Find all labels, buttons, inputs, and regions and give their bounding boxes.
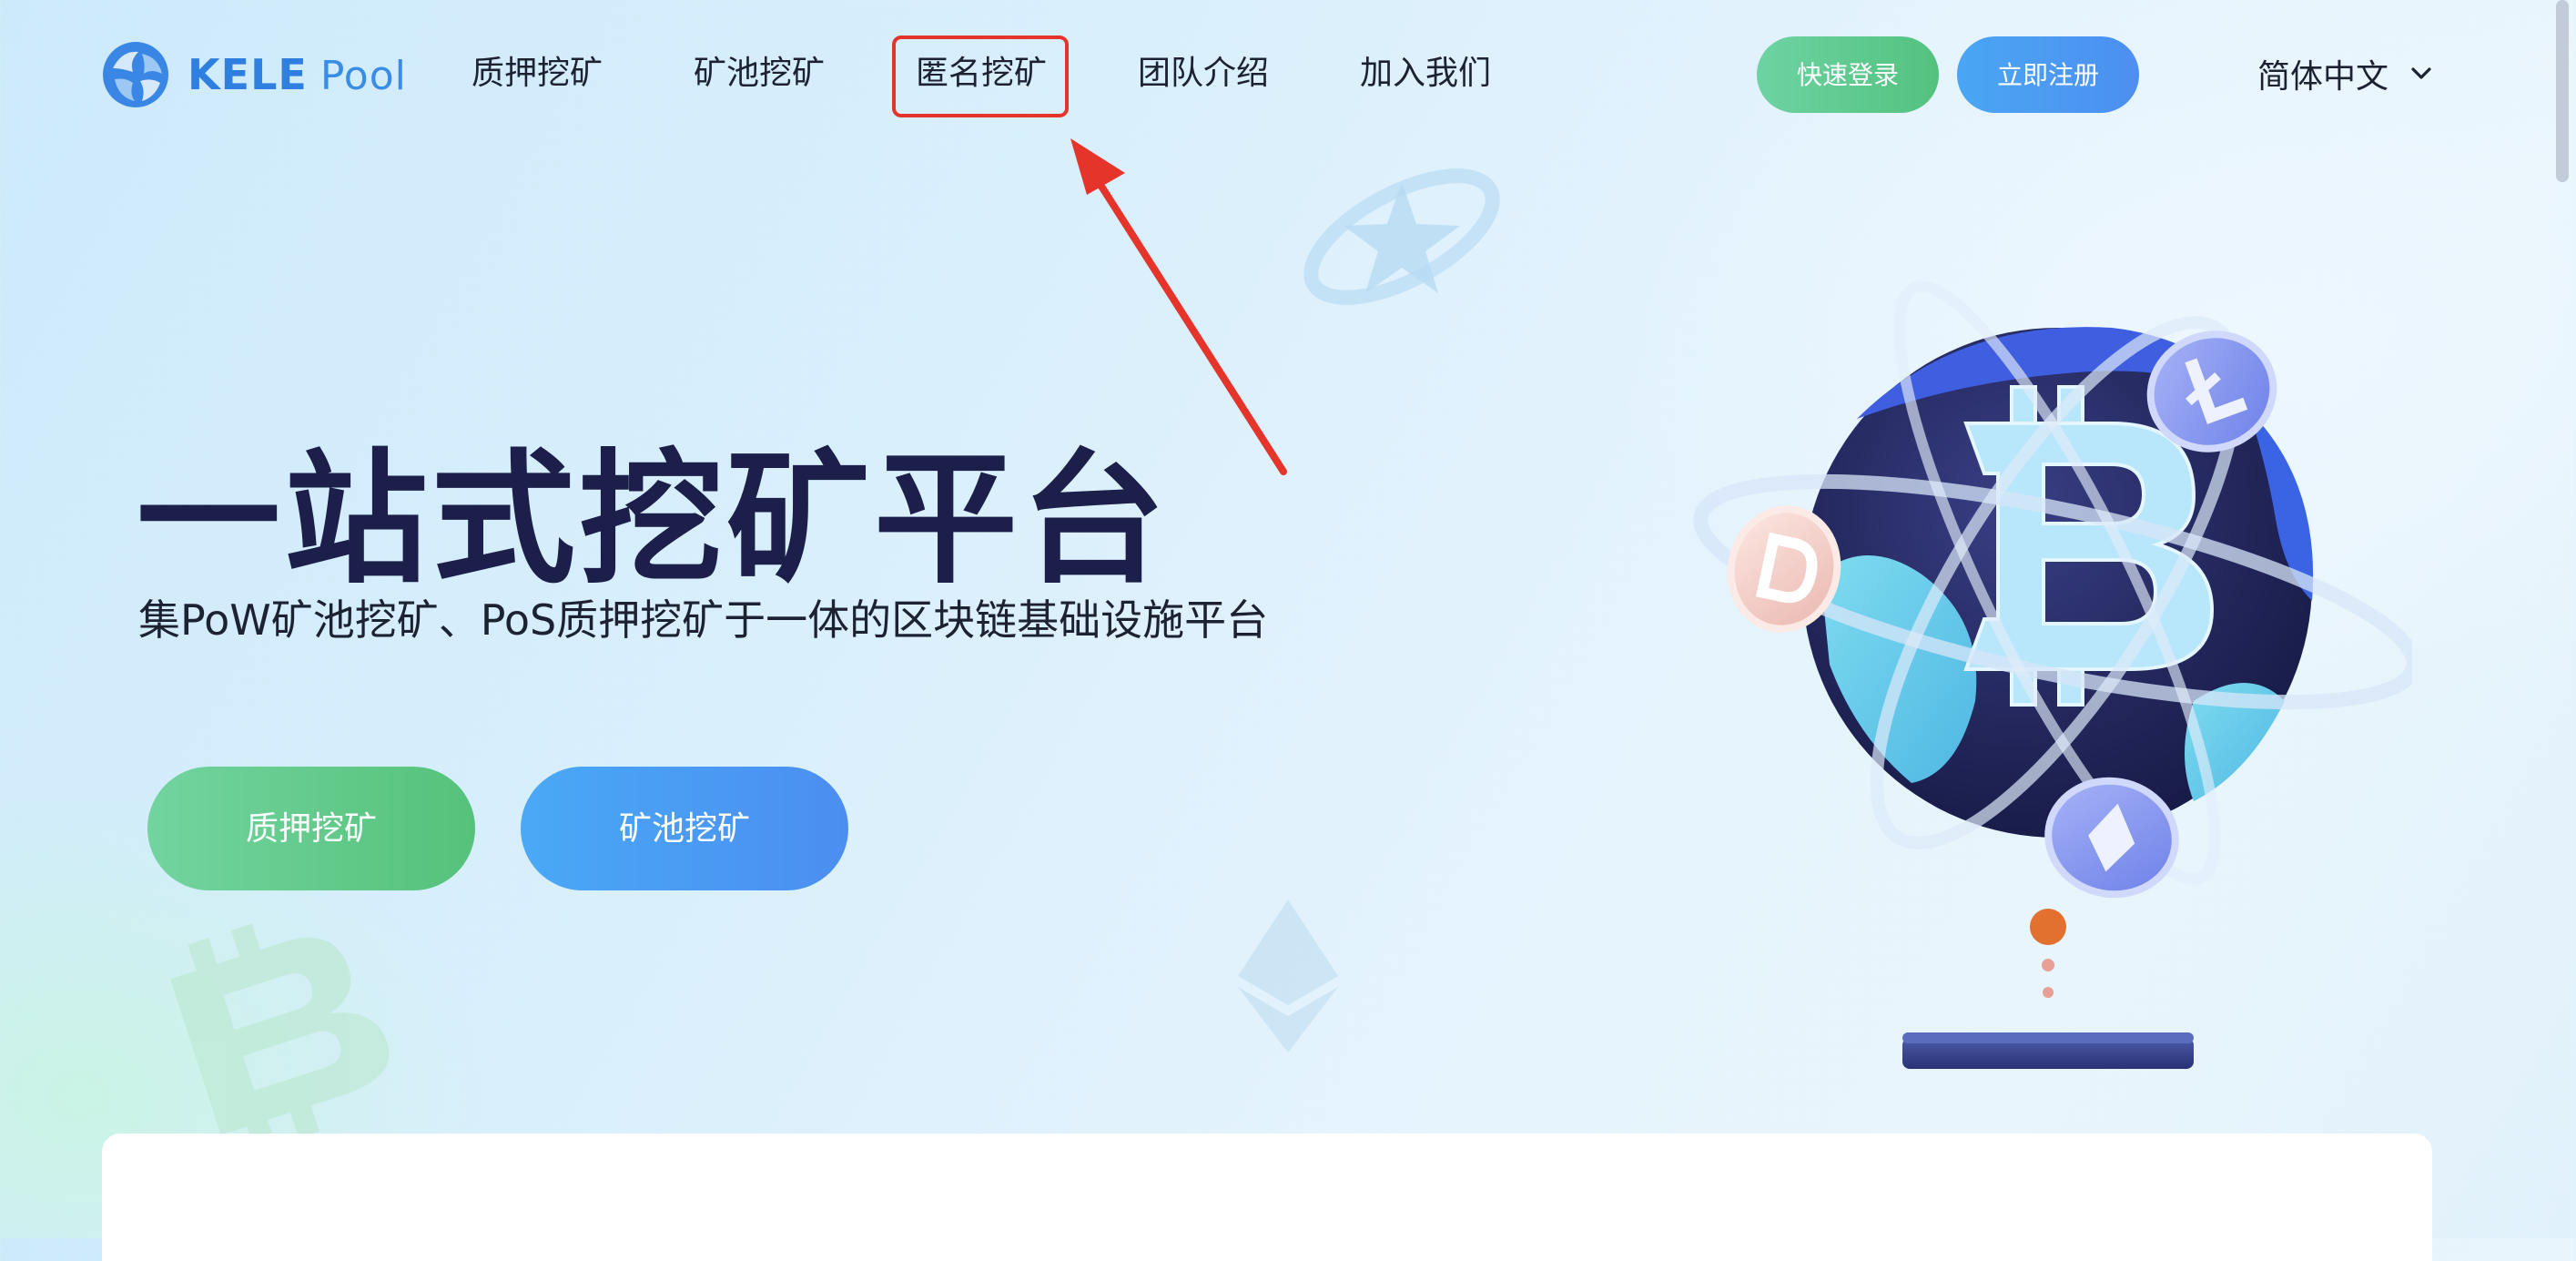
- decorative-bitcoin-icon: [170, 923, 390, 1153]
- quick-login-button[interactable]: 快速登录: [1757, 36, 1939, 113]
- hero-title: 一站式挖矿平台: [137, 435, 1169, 604]
- staking-mining-button[interactable]: 质押挖矿: [147, 767, 475, 890]
- annotation-highlight-box: [892, 36, 1069, 117]
- nav-item-staking[interactable]: 质押挖矿: [472, 51, 603, 97]
- kele-pool-logo-icon: [103, 42, 168, 107]
- site-header: KELE Pool 质押挖矿 矿池挖矿 匿名挖矿 团队介绍 加入我们 快速登录 立…: [0, 0, 2576, 150]
- register-button[interactable]: 立即注册: [1957, 36, 2139, 113]
- brand-name: KELE Pool: [188, 50, 407, 99]
- brand-suffix: Pool: [319, 53, 407, 99]
- content-card: [102, 1134, 2432, 1261]
- language-label: 简体中文: [2257, 58, 2389, 96]
- nav-item-join-us[interactable]: 加入我们: [1360, 51, 1491, 97]
- hero-subtitle: 集PoW矿池挖矿、PoS质押挖矿于一体的区块链基础设施平台: [138, 595, 1269, 645]
- language-selector[interactable]: 简体中文: [2257, 50, 2434, 97]
- pool-mining-button[interactable]: 矿池挖矿: [521, 767, 848, 890]
- nav-item-pool-mining[interactable]: 矿池挖矿: [694, 51, 825, 97]
- nav-item-team[interactable]: 团队介绍: [1138, 51, 1269, 97]
- brand-logo[interactable]: KELE Pool: [102, 40, 407, 109]
- decorative-star-icon: [1303, 168, 1500, 305]
- decorative-ethereum-icon: [1238, 900, 1338, 1053]
- chevron-down-icon: [2411, 67, 2431, 79]
- bitcoin-globe-illustration: [1693, 280, 2412, 1069]
- page-scrollbar[interactable]: [2556, 0, 2569, 182]
